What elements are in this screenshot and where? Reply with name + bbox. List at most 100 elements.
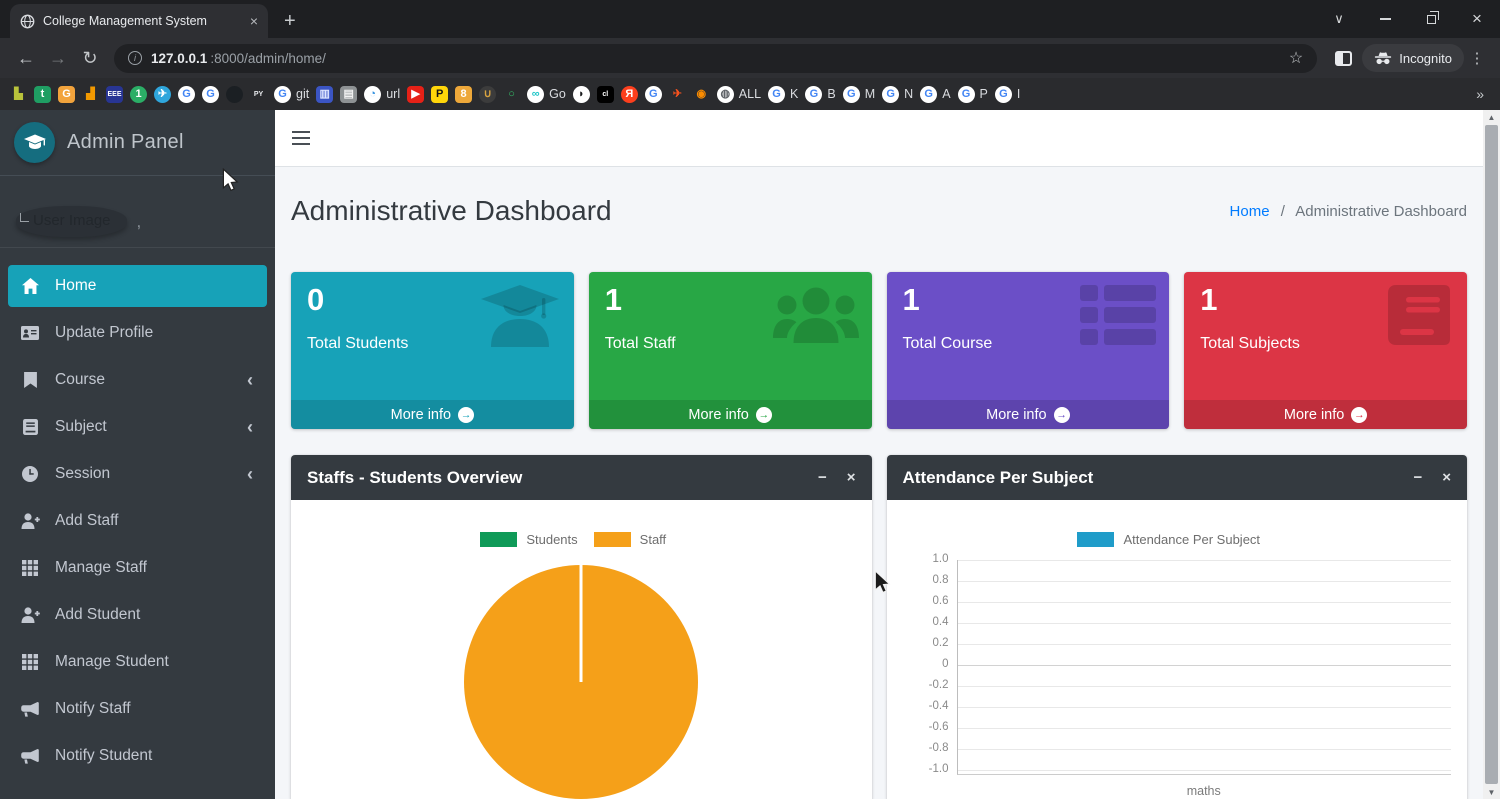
gridline	[958, 665, 1452, 666]
bookmark-youtube[interactable]: ▶	[407, 86, 424, 103]
forward-icon[interactable]: →	[42, 48, 74, 69]
bookmark-spark-orange[interactable]: ✈	[669, 86, 686, 103]
bookmark-bank-grey[interactable]: ▤	[340, 86, 357, 103]
bookmark-g-p[interactable]: GP	[958, 86, 988, 103]
sidebar-item-course[interactable]: Course‹	[8, 359, 267, 401]
bookmark-g-b[interactable]: GB	[805, 86, 835, 103]
g-a-icon: G	[920, 86, 937, 103]
bookmark-github[interactable]	[226, 86, 243, 103]
bookmark-google-1[interactable]: G	[178, 86, 195, 103]
bookmark-hex-orange[interactable]: G	[58, 86, 75, 103]
bookmark-yandex[interactable]: Я	[621, 86, 638, 103]
bookmark-g-k[interactable]: GK	[768, 86, 798, 103]
bookmark-adsense[interactable]: ▙	[10, 86, 27, 103]
stat-label: Total Subjects	[1184, 318, 1467, 353]
close-button[interactable]: ×	[1454, 0, 1500, 38]
more-info-link[interactable]: More info→	[1184, 400, 1467, 429]
sidebar-item-manage-staff[interactable]: Manage Staff	[8, 547, 267, 589]
new-tab-button[interactable]: +	[284, 11, 296, 31]
page-info-icon[interactable]	[128, 51, 142, 65]
tab-close-icon[interactable]: ×	[250, 14, 258, 28]
stat-label: Total Staff	[589, 318, 872, 353]
bookmark-py[interactable]: PY	[250, 86, 267, 103]
browser-menu-icon[interactable]: ⋮	[1464, 49, 1490, 67]
arrow-circle-right-icon: →	[756, 407, 772, 423]
collapse-icon[interactable]: −	[1413, 469, 1422, 486]
close-icon[interactable]: ×	[847, 469, 856, 486]
bookmark-g-i[interactable]: GI	[995, 86, 1020, 103]
browser-tab[interactable]: College Management System ×	[10, 4, 268, 38]
bookmark-ring-green[interactable]: ○	[503, 86, 520, 103]
more-info-label: More info	[688, 407, 748, 423]
stat-value: 1	[887, 272, 1170, 318]
bookmark-star-icon[interactable]: ☆	[1289, 48, 1303, 68]
tab-search-icon[interactable]: ∨	[1316, 0, 1362, 38]
bookmark-p-yellow[interactable]: P	[431, 86, 448, 103]
bookmark-label: A	[942, 87, 950, 101]
bookmark-camera-orange[interactable]: 8	[455, 86, 472, 103]
bookmark-cart-dark[interactable]: ∪	[479, 86, 496, 103]
incognito-icon	[1374, 52, 1392, 65]
sidebar-item-manage-student[interactable]: Manage Student	[8, 641, 267, 683]
bookmark-one-green[interactable]: 1	[130, 86, 147, 103]
pie-panel-header: Staffs - Students Overview − ×	[291, 455, 872, 500]
sidebar-item-session[interactable]: Session‹	[8, 453, 267, 495]
sidebar-item-subject[interactable]: Subject‹	[8, 406, 267, 448]
more-info-link[interactable]: More info→	[291, 400, 574, 429]
close-icon[interactable]: ×	[1442, 469, 1451, 486]
bird-icon: ◗	[573, 86, 590, 103]
bookmark-cross-green[interactable]: t	[34, 86, 51, 103]
scrollbar-thumb[interactable]	[1485, 125, 1498, 784]
reload-icon[interactable]: ↻	[74, 48, 106, 69]
collapse-icon[interactable]: −	[818, 469, 827, 486]
sidebar-item-label: Home	[55, 277, 96, 295]
sidebar-item-update-profile[interactable]: Update Profile	[8, 312, 267, 354]
sidebar-item-home[interactable]: Home	[8, 265, 267, 307]
bookmark-url-blue[interactable]: ◔url	[364, 86, 400, 103]
sidebar-brand[interactable]: Admin Panel	[0, 110, 275, 176]
bookmark-bird[interactable]: ◗	[573, 86, 590, 103]
tab-title: College Management System	[43, 14, 242, 28]
legend-label-staff: Staff	[640, 532, 667, 547]
g-k-icon: G	[768, 86, 785, 103]
bookmark-eee[interactable]: EEE	[106, 86, 123, 103]
sidebar-item-add-student[interactable]: Add Student	[8, 594, 267, 636]
user-image-alt-text: User Image	[33, 212, 111, 229]
bookmarks-overflow-icon[interactable]: »	[1476, 86, 1490, 102]
chevron-left-icon: ‹	[247, 418, 257, 436]
back-icon[interactable]: ←	[10, 48, 42, 69]
more-info-link[interactable]: More info→	[887, 400, 1170, 429]
minimize-button[interactable]	[1362, 0, 1408, 38]
scrollbar-up-icon[interactable]: ▲	[1488, 110, 1496, 124]
scrollbar-down-icon[interactable]: ▼	[1488, 785, 1496, 799]
restore-button[interactable]	[1408, 0, 1454, 38]
bookmark-analytics[interactable]: ▟	[82, 86, 99, 103]
arrow-circle-right-icon: →	[1351, 407, 1367, 423]
bookmark-eye-orange[interactable]: ◉	[693, 86, 710, 103]
bookmark-g-a[interactable]: GA	[920, 86, 950, 103]
sidebar-menu: Home Update Profile Course‹ Subject‹ Session…	[0, 248, 275, 777]
stat-card-total-subjects: 1Total SubjectsMore info→	[1184, 272, 1467, 429]
hamburger-menu-icon[interactable]	[292, 131, 310, 145]
bookmark-g-m[interactable]: GM	[843, 86, 875, 103]
page-scrollbar: ▲ ▼	[1483, 110, 1500, 799]
sidebar-item-notify-student[interactable]: Notify Student	[8, 735, 267, 777]
sidebar-item-notify-staff[interactable]: Notify Staff	[8, 688, 267, 730]
bookmark-google-3[interactable]: G	[645, 86, 662, 103]
breadcrumb-home-link[interactable]: Home	[1230, 203, 1270, 220]
top-navbar	[275, 110, 1483, 167]
browser-chrome: College Management System × + ∨ × ← → ↻ …	[0, 0, 1500, 110]
bookmark-cl-black[interactable]: cl	[597, 86, 614, 103]
bookmark-google-2[interactable]: G	[202, 86, 219, 103]
bookmark-godaddy[interactable]: ∞Go	[527, 86, 566, 103]
bookmark-all-globe[interactable]: ◍ALL	[717, 86, 761, 103]
address-bar[interactable]: 127.0.0.1 :8000/admin/home/ ☆	[114, 44, 1317, 73]
bookmark-google-git[interactable]: Ggit	[274, 86, 309, 103]
side-panel-icon[interactable]	[1335, 51, 1352, 66]
bookmark-telegram[interactable]: ✈	[154, 86, 171, 103]
bookmark-g-n[interactable]: GN	[882, 86, 913, 103]
sidebar-item-add-staff[interactable]: Add Staff	[8, 500, 267, 542]
chevron-left-icon: ‹	[247, 465, 257, 483]
more-info-link[interactable]: More info →	[589, 400, 872, 429]
bookmark-window-blue[interactable]: ▥	[316, 86, 333, 103]
